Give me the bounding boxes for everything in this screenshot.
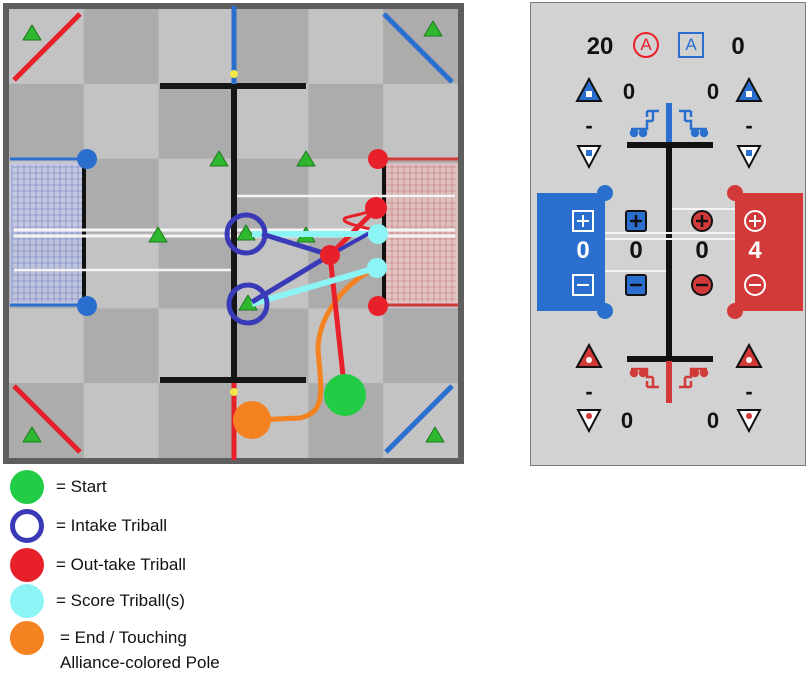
field-tile	[233, 83, 309, 159]
blue-right-down-button[interactable]	[736, 145, 762, 170]
red-alliance-value: 0	[695, 237, 709, 264]
field-tile	[158, 9, 234, 84]
legend-intake-label: = Intake Triball	[56, 516, 168, 535]
blue-right-dash: -	[745, 113, 753, 138]
blue-left-up-button[interactable]	[575, 76, 603, 102]
red-goal-post	[368, 149, 388, 169]
up-arrow-icon[interactable]	[575, 76, 603, 102]
field-tile	[83, 158, 159, 234]
up-arrow-icon[interactable]	[735, 76, 763, 102]
blue-goal-value: 0	[576, 237, 590, 264]
red-left-up-button[interactable]	[575, 342, 603, 368]
red-right-up-button[interactable]	[735, 342, 763, 368]
end-swatch	[10, 621, 44, 655]
icon-dot	[586, 91, 592, 97]
outtake-swatch	[10, 548, 44, 582]
blue-alliance-plus-button[interactable]	[625, 210, 647, 232]
up-arrow-icon[interactable]	[575, 342, 603, 368]
blue-goal-corner	[597, 303, 613, 319]
legend-start: = Start	[10, 470, 107, 504]
red-goal-corner	[727, 185, 743, 201]
end-marker	[233, 401, 271, 439]
legend-start-label: = Start	[56, 477, 107, 496]
blue-goal-post	[77, 149, 97, 169]
up-arrow-icon[interactable]	[735, 342, 763, 368]
down-arrow-icon[interactable]	[576, 145, 602, 170]
red-goal-net	[384, 163, 458, 304]
field-tile	[83, 308, 159, 384]
icon-dot	[746, 91, 752, 97]
field-tile	[83, 383, 159, 458]
field-tile	[233, 9, 309, 84]
blue-alliance-minus-button[interactable]	[625, 274, 647, 296]
field-tile	[308, 83, 384, 159]
blue-alliance-value: 0	[629, 237, 643, 264]
outtake-marker	[365, 197, 387, 219]
red-alliance-plus-button[interactable]	[691, 210, 713, 232]
legend-outtake-label: = Out-take Triball	[56, 555, 186, 574]
score-marker	[368, 224, 388, 244]
icon-dot	[746, 413, 752, 419]
red-right-down-button[interactable]	[736, 409, 762, 434]
red-goal-value: 4	[748, 237, 762, 264]
icon-dot	[746, 150, 752, 156]
legend-score: = Score Triball(s)	[10, 584, 185, 618]
red-left-down-button[interactable]	[576, 409, 602, 434]
icon-dot	[586, 150, 592, 156]
icon-dot	[586, 357, 592, 363]
blue-elevation-cap	[230, 70, 238, 78]
legend-end-label: = End / Touching	[60, 628, 187, 647]
field-tile	[233, 308, 309, 384]
blue-right-elevation-count: 0	[706, 79, 720, 104]
legend-score-label: = Score Triball(s)	[56, 591, 185, 610]
field-tile	[158, 83, 234, 159]
red-alliance-minus-button[interactable]	[691, 274, 713, 296]
blue-goal-net	[10, 163, 84, 304]
field-tile	[158, 308, 234, 384]
blue-left-down-button[interactable]	[576, 145, 602, 170]
start-marker	[324, 374, 366, 416]
field-tile	[308, 9, 384, 84]
field-map	[3, 3, 464, 464]
legend-outtake: = Out-take Triball	[10, 548, 186, 582]
scoreboard-graphics	[537, 76, 803, 434]
intake-swatch	[10, 509, 44, 543]
icon-dot	[746, 357, 752, 363]
red-left-dash: -	[585, 379, 593, 404]
red-goal-corner	[727, 303, 743, 319]
score-swatch	[10, 584, 44, 618]
field-tile	[83, 9, 159, 84]
legend-intake: = Intake Triball	[10, 509, 167, 543]
field-tile	[9, 308, 84, 384]
red-elevation-cap	[230, 388, 238, 396]
red-goal-post	[368, 296, 388, 316]
field-tile	[383, 83, 458, 159]
score-marker	[367, 258, 387, 278]
blue-left-elevation-count: 0	[622, 79, 636, 104]
outtake-marker	[320, 245, 340, 265]
legend: = Start = Intake Triball = Out-take Trib…	[0, 462, 300, 677]
icon-dot	[586, 413, 592, 419]
start-swatch	[10, 470, 44, 504]
field-tile	[83, 83, 159, 159]
red-left-elevation-count: 0	[620, 408, 634, 433]
field-tile	[158, 383, 234, 458]
field-tile	[9, 83, 84, 159]
blue-left-dash: -	[585, 113, 593, 138]
down-arrow-icon[interactable]	[736, 145, 762, 170]
blue-right-up-button[interactable]	[735, 76, 763, 102]
red-right-elevation-count: 0	[706, 408, 720, 433]
blue-goal-post	[77, 296, 97, 316]
field-tile	[158, 158, 234, 234]
blue-goal-corner	[597, 185, 613, 201]
red-right-dash: -	[745, 379, 753, 404]
legend-end-label-2: Alliance-colored Pole	[60, 653, 220, 672]
field-tile	[383, 308, 458, 384]
scoreboard-panel: 20 A A 0 0 0 - - 0 0 0 4 - - 0 0	[530, 2, 806, 466]
field-tile	[383, 9, 458, 84]
